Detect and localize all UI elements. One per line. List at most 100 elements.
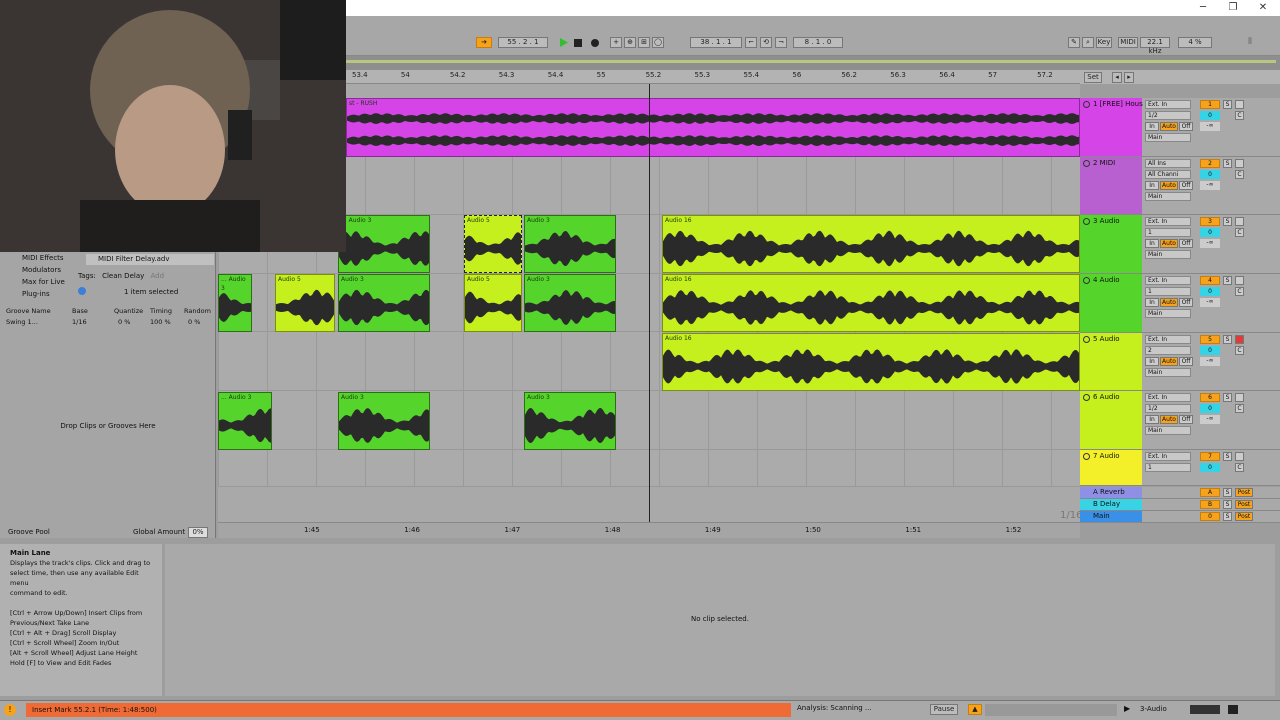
monitor-in[interactable]: In [1145, 298, 1159, 307]
track-fold-icon[interactable] [1083, 101, 1090, 108]
solo-button[interactable]: S [1223, 276, 1232, 285]
arm-button[interactable] [1235, 100, 1244, 109]
punch-out-icon[interactable]: ¬ [775, 37, 787, 48]
input-channel[interactable]: 2 [1145, 346, 1191, 355]
send-field[interactable]: -∞ [1200, 181, 1220, 190]
track-name[interactable]: 5 Audio [1093, 335, 1120, 343]
volume-field[interactable]: 0 [1200, 111, 1220, 120]
monitor-auto[interactable]: Auto [1160, 239, 1178, 248]
solo-button[interactable]: S [1223, 159, 1232, 168]
monitor-in[interactable]: In [1145, 122, 1159, 131]
punch-in-icon[interactable]: ⌐ [745, 37, 757, 48]
clip-audio3[interactable]: ... Audio 3 [218, 392, 272, 450]
return-track-2[interactable]: B Delay B S Post [1080, 499, 1280, 511]
input-type[interactable]: Ext. In [1145, 276, 1191, 285]
browser-category-3[interactable]: Plug-ins [4, 288, 74, 300]
clip-audio16[interactable]: Audio 16 [662, 274, 1080, 332]
restore-button[interactable]: ❐ [1218, 0, 1248, 16]
volume-field[interactable]: 0 [1200, 404, 1220, 413]
monitor-in[interactable]: In [1145, 415, 1159, 424]
midi-map-button[interactable]: MIDI [1118, 37, 1138, 48]
play-icon-small[interactable]: ▶ [1124, 704, 1130, 713]
key-map-icon[interactable]: ⌕ [1082, 37, 1094, 48]
output-routing[interactable]: Main [1145, 192, 1191, 201]
monitor-off[interactable]: Off [1179, 181, 1193, 190]
volume-field[interactable]: 0 [1200, 287, 1220, 296]
arm-button[interactable] [1235, 335, 1244, 344]
track-name[interactable]: 6 Audio [1093, 393, 1120, 401]
send-field[interactable]: -∞ [1200, 239, 1220, 248]
track-header-1[interactable]: 1 [FREE] Hous Ext. In 1/2 1 S 0 C In Auto Off Main… [1080, 98, 1280, 157]
monitor-off[interactable]: Off [1179, 415, 1193, 424]
groove-drop-zone[interactable]: Drop Clips or Grooves Here [0, 422, 216, 430]
track-name[interactable]: 2 MIDI [1093, 159, 1115, 167]
clip-audio5[interactable]: Audio 5 [464, 274, 522, 332]
track-activator[interactable]: 7 [1200, 452, 1220, 461]
input-channel[interactable]: All Channi [1145, 170, 1191, 179]
output-routing[interactable]: Main [1145, 250, 1191, 259]
volume-field[interactable]: 0 [1200, 170, 1220, 179]
monitor-off[interactable]: Off [1179, 357, 1193, 366]
track-activator[interactable]: 1 [1200, 100, 1220, 109]
input-channel[interactable]: 1/2 [1145, 404, 1191, 413]
toggle-icon[interactable] [1228, 705, 1238, 714]
return-solo[interactable]: S [1223, 500, 1232, 509]
input-type[interactable]: All Ins [1145, 159, 1191, 168]
track-fold-icon[interactable] [1083, 277, 1090, 284]
loop-length[interactable]: 8 . 1 . 0 [793, 37, 843, 48]
stop-button[interactable] [574, 39, 582, 47]
pan-field[interactable]: C [1235, 346, 1244, 355]
capture-icon[interactable]: ⊞ [638, 37, 650, 48]
track-activator[interactable]: 3 [1200, 217, 1220, 226]
clip-audio3[interactable]: Audio 3 [524, 215, 616, 273]
track-header-5[interactable]: 5 Audio Ext. In 2 5 S 0 C In Auto Off Main -∞ [1080, 333, 1280, 391]
monitor-auto[interactable]: Auto [1160, 357, 1178, 366]
track-activator[interactable]: 5 [1200, 335, 1220, 344]
solo-button[interactable]: S [1223, 335, 1232, 344]
monitor-auto[interactable]: Auto [1160, 122, 1178, 131]
tag-chip[interactable]: Clean Delay [102, 272, 144, 280]
monitor-off[interactable]: Off [1179, 298, 1193, 307]
arm-button[interactable] [1235, 393, 1244, 402]
input-type[interactable]: Ext. In [1145, 393, 1191, 402]
return-activator[interactable]: A [1200, 488, 1220, 497]
output-routing[interactable]: Main [1145, 309, 1191, 318]
groove-random[interactable]: 0 % [188, 318, 200, 326]
monitor-in[interactable]: In [1145, 239, 1159, 248]
volume-field[interactable]: 0 [1200, 463, 1220, 472]
solo-button[interactable]: S [1223, 452, 1232, 461]
global-amount-input[interactable]: 0% [188, 527, 208, 538]
volume-field[interactable]: 0 [1200, 228, 1220, 237]
track-name[interactable]: 3 Audio [1093, 217, 1120, 225]
monitor-auto[interactable]: Auto [1160, 298, 1178, 307]
overdub-icon[interactable]: + [610, 37, 622, 48]
locator-prev-icon[interactable]: ◂ [1112, 72, 1122, 83]
session-record-icon[interactable]: ◯ [652, 37, 664, 48]
browser-category-0[interactable]: MIDI Effects [4, 252, 74, 264]
return-name[interactable]: B Delay [1093, 500, 1120, 508]
clip-audio5[interactable]: Audio 5 [275, 274, 335, 332]
track-header-4[interactable]: 4 Audio Ext. In 1 4 S 0 C In Auto Off Main -∞ [1080, 274, 1280, 333]
return-track-3[interactable]: Main 0 S Post [1080, 511, 1280, 523]
clip-audio3[interactable]: Audio 3 [524, 274, 616, 332]
locator-next-icon[interactable]: ▸ [1124, 72, 1134, 83]
return-solo[interactable]: S [1223, 512, 1232, 521]
return-post[interactable]: Post [1235, 500, 1253, 509]
input-type[interactable]: Ext. In [1145, 452, 1191, 461]
pan-field[interactable]: C [1235, 287, 1244, 296]
solo-button[interactable]: S [1223, 217, 1232, 226]
set-locator-button[interactable]: Set [1084, 72, 1102, 83]
draw-mode-icon[interactable]: ✎ [1068, 37, 1080, 48]
return-name[interactable]: A Reverb [1093, 488, 1125, 496]
track-fold-icon[interactable] [1083, 218, 1090, 225]
automation-arm-icon[interactable]: ⊕ [624, 37, 636, 48]
return-post[interactable]: Post [1235, 512, 1253, 521]
monitor-auto[interactable]: Auto [1160, 415, 1178, 424]
minimize-button[interactable]: ─ [1188, 0, 1218, 16]
monitor-auto[interactable]: Auto [1160, 181, 1178, 190]
input-type[interactable]: Ext. In [1145, 335, 1191, 344]
overview-bar[interactable] [346, 56, 1280, 70]
monitor-off[interactable]: Off [1179, 239, 1193, 248]
io-icon[interactable]: ⦀ [1248, 37, 1262, 48]
track-fold-icon[interactable] [1083, 336, 1090, 343]
